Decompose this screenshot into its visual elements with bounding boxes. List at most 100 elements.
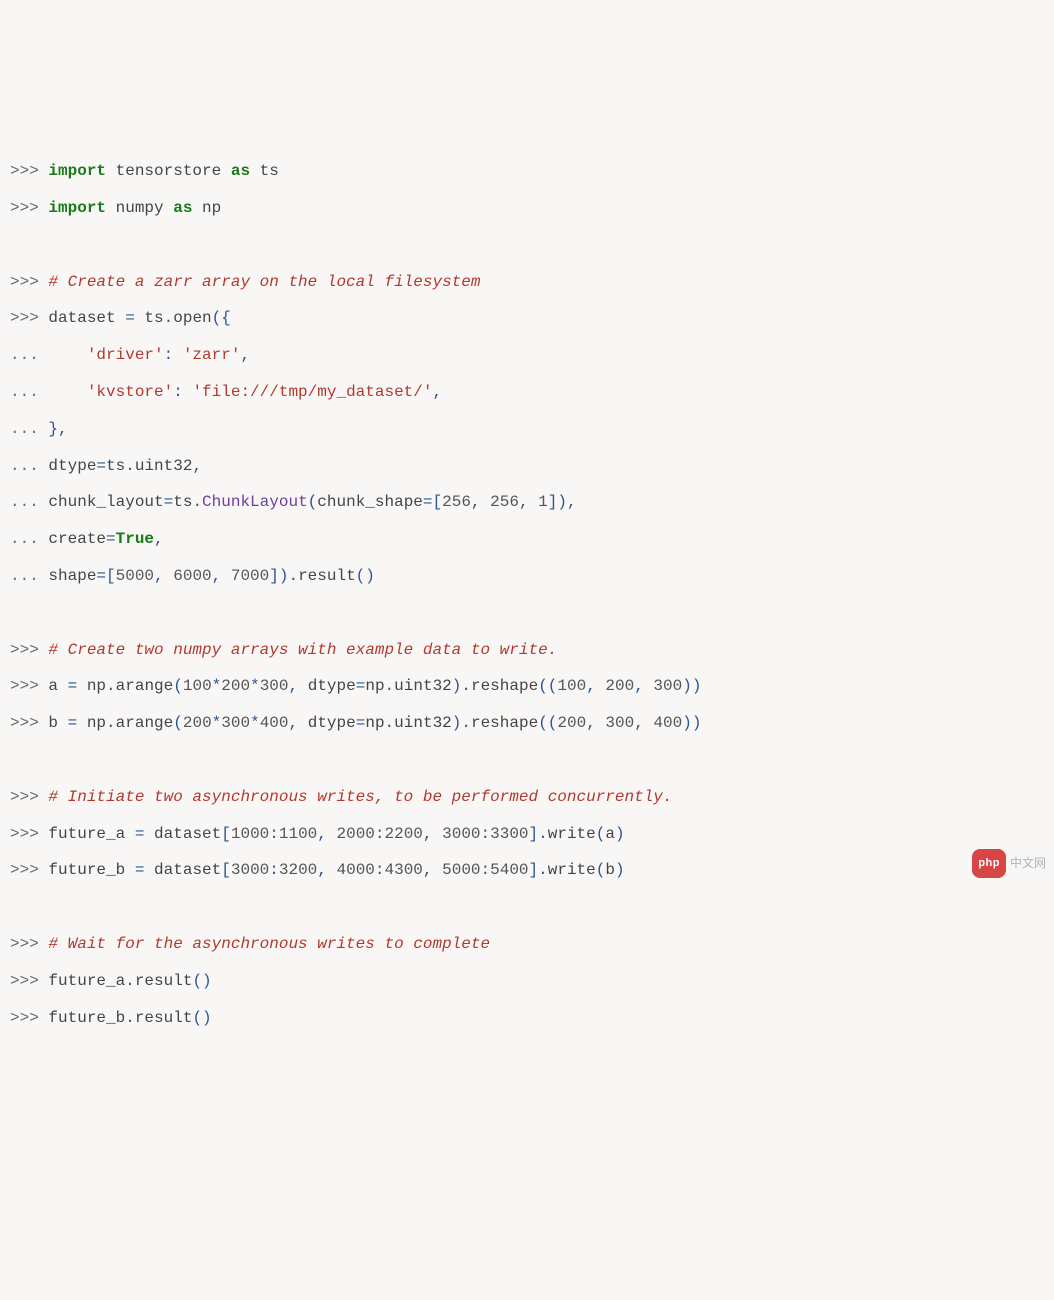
token-number: 200 [557,714,586,732]
token-plain: a [605,825,615,843]
token-plain: ts [135,309,164,327]
code-line [10,742,1044,779]
token-plain: reshape [471,714,538,732]
token-ident: , [289,714,308,732]
token-plain: dtype [308,714,356,732]
token-comment: # Initiate two asynchronous writes, to b… [48,788,672,806]
token-ident: : [269,861,279,879]
token-prompt: >>> [10,162,48,180]
token-plain: ts [250,162,279,180]
token-ident: = [135,861,145,879]
token-ident: =[ [423,493,442,511]
token-plain: np [77,677,106,695]
token-ident: , [586,714,605,732]
token-ident: , [317,825,336,843]
token-number: 200 [221,677,250,695]
token-number: 5000 [116,567,154,585]
token-plain: dataset [144,825,221,843]
token-ident: ( [173,677,183,695]
token-plain: uint32 [135,457,193,475]
token-plain: b [48,714,67,732]
code-line: >>> # Initiate two asynchronous writes, … [10,779,1044,816]
token-number: 100 [557,677,586,695]
token-ident: . [385,677,395,695]
code-line: >>> future_a = dataset[1000:1100, 2000:2… [10,816,1044,853]
token-plain [48,346,86,364]
token-number: 256 [442,493,471,511]
code-line: >>> future_b = dataset[3000:3200, 4000:4… [10,852,1044,889]
token-ident: : [375,861,385,879]
token-plain: result [135,1009,193,1027]
code-line [10,227,1044,264]
code-line: ... 'driver': 'zarr', [10,337,1044,374]
token-plain: future_b [48,861,134,879]
token-number: 400 [653,714,682,732]
token-ident: , [423,825,442,843]
token-number: 400 [260,714,289,732]
token-ident: = [68,677,78,695]
token-ident: =[ [96,567,115,585]
token-ident: = [164,493,174,511]
token-number: 200 [605,677,634,695]
token-number: 1 [538,493,548,511]
token-number: 2200 [385,825,423,843]
token-ident: ]. [529,825,548,843]
token-ident: . [164,309,174,327]
token-plain: arange [116,677,174,695]
token-number: 256 [490,493,519,511]
token-ident: () [192,972,211,990]
token-ident: }, [48,420,67,438]
token-ident: , [240,346,250,364]
token-prompt: ... [10,346,48,364]
token-ident: [ [221,861,231,879]
token-ident: ) [615,861,625,879]
token-plain: future_b [48,1009,125,1027]
token-ident: * [250,677,260,695]
token-ident: , [432,383,442,401]
token-number: 5400 [490,861,528,879]
token-ident: ( [308,493,318,511]
token-prompt: ... [10,530,48,548]
token-ident: : [269,825,279,843]
token-plain: b [605,861,615,879]
token-plain: future_a [48,972,125,990]
token-number: 1100 [279,825,317,843]
code-line: ... }, [10,411,1044,448]
token-plain: np [365,677,384,695]
code-line [10,595,1044,632]
token-ident: . [192,493,202,511]
token-ident: , [154,530,164,548]
token-ident: () [192,1009,211,1027]
token-ident: ]), [548,493,577,511]
token-number: 300 [260,677,289,695]
token-plain: np [77,714,106,732]
code-line: >>> future_b.result() [10,1000,1044,1037]
token-number: 4300 [385,861,423,879]
token-prompt: >>> [10,935,48,953]
token-ident: = [356,714,366,732]
token-number: 300 [221,714,250,732]
token-const: True [116,530,154,548]
token-ident: . [125,1009,135,1027]
token-func: ChunkLayout [202,493,308,511]
token-ident: , [634,714,653,732]
token-number: 3200 [279,861,317,879]
token-ident: . [125,972,135,990]
token-plain: chunk_layout [48,493,163,511]
token-plain: chunk_shape [317,493,423,511]
token-prompt: ... [10,457,48,475]
token-ident: , [423,861,442,879]
token-number: 300 [653,677,682,695]
token-plain: reshape [471,677,538,695]
token-ident: ) [615,825,625,843]
token-number: 2000 [336,825,374,843]
token-ident: , [471,493,490,511]
token-ident: = [106,530,116,548]
token-plain: np [365,714,384,732]
token-prompt: >>> [10,273,48,291]
code-line: >>> dataset = ts.open({ [10,300,1044,337]
token-number: 3000 [231,861,269,879]
token-ident: * [212,714,222,732]
token-string: 'driver' [87,346,164,364]
token-plain: dtype [308,677,356,695]
